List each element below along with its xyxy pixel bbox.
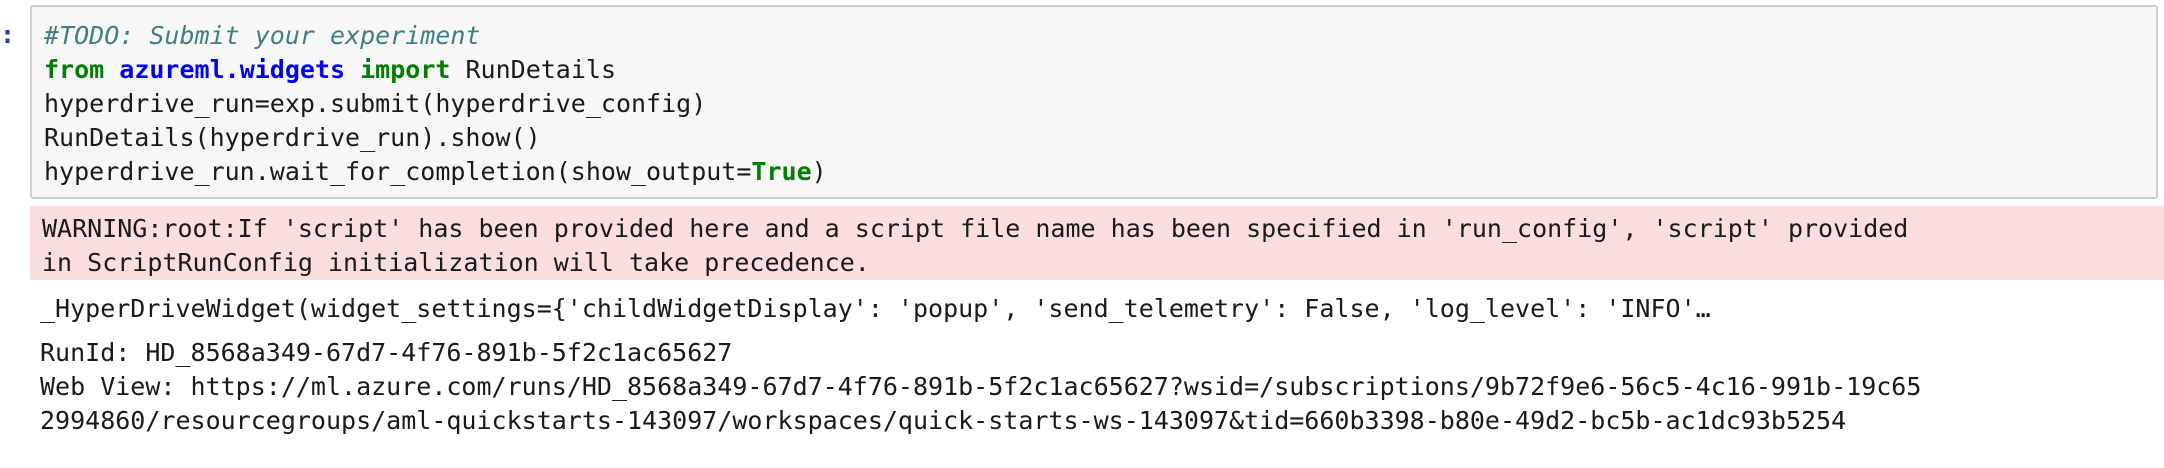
stderr-output: WARNING:root:If 'script' has been provid…	[30, 206, 2164, 280]
code-cell-input[interactable]: #TODO: Submit your experiment from azure…	[30, 5, 2158, 199]
submit-statement: hyperdrive_run=exp.submit(hyperdrive_con…	[44, 89, 707, 118]
warning-line-2: in ScriptRunConfig initialization will t…	[42, 248, 870, 277]
code-line-3: hyperdrive_run=exp.submit(hyperdrive_con…	[44, 87, 2156, 121]
builtin-true: True	[751, 157, 812, 186]
module-name: azureml.widgets	[119, 55, 346, 84]
import-name: RunDetails	[450, 55, 617, 84]
run-id: RunId: HD_8568a349-67d7-4f76-891b-5f2c1a…	[40, 338, 733, 367]
cell-prompt: :	[0, 20, 16, 49]
closing-paren: )	[811, 157, 827, 186]
keyword-from: from	[44, 55, 105, 84]
warning-line-1: WARNING:root:If 'script' has been provid…	[42, 214, 1909, 243]
stdout-output: RunId: HD_8568a349-67d7-4f76-891b-5f2c1a…	[30, 336, 2164, 438]
widget-repr: _HyperDriveWidget(widget_settings={'chil…	[40, 294, 1711, 323]
rundetails-statement: RunDetails(hyperdrive_run).show()	[44, 123, 541, 152]
code-line-2: from azureml.widgets import RunDetails	[44, 53, 2156, 87]
code-comment: #TODO: Submit your experiment	[44, 21, 481, 50]
code-line-4: RunDetails(hyperdrive_run).show()	[44, 121, 2156, 155]
code-line-5: hyperdrive_run.wait_for_completion(show_…	[44, 155, 2156, 189]
widget-output: _HyperDriveWidget(widget_settings={'chil…	[30, 292, 2164, 326]
web-view-line-1[interactable]: Web View: https://ml.azure.com/runs/HD_8…	[40, 370, 2154, 404]
keyword-import: import	[360, 55, 451, 84]
wait-statement: hyperdrive_run.wait_for_completion(show_…	[44, 157, 752, 186]
web-view-line-2[interactable]: 2994860/resourcegroups/aml-quickstarts-1…	[40, 404, 2154, 438]
code-line-1: #TODO: Submit your experiment	[44, 19, 2156, 53]
